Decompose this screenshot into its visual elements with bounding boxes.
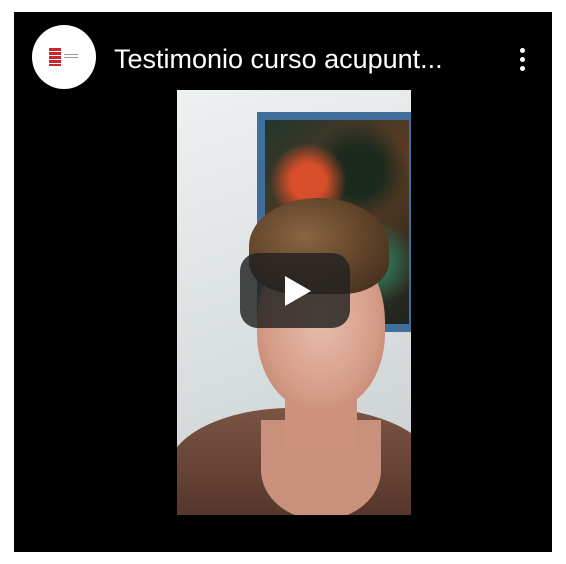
play-button[interactable] — [240, 253, 350, 328]
more-vert-icon — [519, 47, 525, 53]
player-header: Testimonio curso acupunt... — [14, 12, 552, 102]
more-options-button[interactable] — [510, 42, 534, 76]
logo-grey-lines — [64, 54, 78, 60]
more-vert-icon-dot — [519, 56, 525, 62]
channel-avatar[interactable] — [32, 25, 96, 89]
play-icon — [285, 275, 311, 306]
more-vert-icon-dot — [519, 65, 525, 71]
video-player[interactable]: Testimonio curso acupunt... — [14, 12, 552, 552]
logo-red-block — [49, 48, 61, 66]
video-title[interactable]: Testimonio curso acupunt... — [114, 43, 482, 75]
channel-logo-icon — [49, 48, 79, 66]
